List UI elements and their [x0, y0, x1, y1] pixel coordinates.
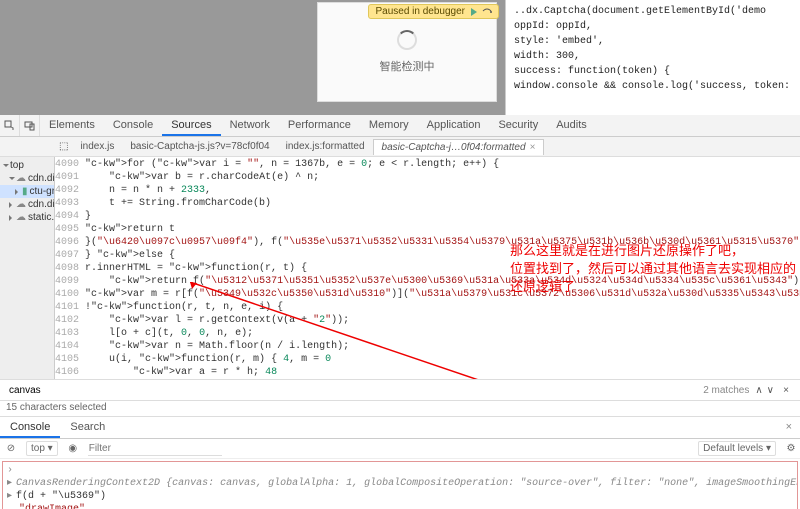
tab-audits[interactable]: Audits — [547, 115, 596, 136]
find-input[interactable] — [6, 383, 697, 398]
cloud-icon: ☁ — [16, 199, 26, 210]
sidebar-item[interactable]: ☁cdn.dingx — [0, 198, 54, 211]
tab-security[interactable]: Security — [489, 115, 547, 136]
inspect-element-icon[interactable] — [0, 115, 20, 136]
tab-elements[interactable]: Elements — [40, 115, 104, 136]
code-editor[interactable]: 4090409140924093409440954096409740984099… — [55, 157, 800, 379]
preview-left: 智能检测中 Paused in debugger — [0, 0, 505, 115]
close-find-icon[interactable]: × — [778, 385, 794, 396]
code-content[interactable]: 那么这里就是在进行图片还原操作了吧， 位置找到了，然后可以通过其他语言去实现相应… — [85, 157, 800, 379]
code-line: "c-kw">for ("c-kw">var i = "", n = 1367b… — [85, 158, 800, 171]
paused-label: Paused in debugger — [375, 6, 465, 17]
triangle-down-icon — [9, 177, 15, 183]
triangle-down-icon — [3, 164, 9, 170]
tab-sources[interactable]: Sources — [162, 115, 220, 136]
console-line: ▸f(d + "\u5369") — [7, 490, 793, 503]
sidebar-root[interactable]: top — [0, 159, 54, 172]
code-line: "c-kw">var l = r.getContext(v(a + "2")); — [85, 314, 800, 327]
log-level-selector[interactable]: Default levels ▾ — [698, 441, 776, 456]
toggle-device-icon[interactable] — [20, 115, 40, 136]
cloud-icon: ☁ — [16, 173, 26, 184]
folder-icon: ▮ — [22, 186, 28, 197]
triangle-right-icon — [9, 202, 15, 208]
sidebar-item[interactable]: ☁cdn.dingx — [0, 172, 54, 185]
triangle-right-icon — [15, 189, 21, 195]
find-result-count: 2 matches — [703, 385, 749, 396]
status-bar: 15 characters selected — [0, 401, 800, 417]
find-in-file-bar: 2 matches ∧ ∨ × — [0, 379, 800, 401]
spinner-icon — [397, 30, 417, 50]
code-line: "c-kw">var n = Math.floor(n / i.length); — [85, 340, 800, 353]
tab-console[interactable]: Console — [0, 417, 60, 438]
tab-network[interactable]: Network — [221, 115, 279, 136]
code-line: t += String.fromCharCode(b) — [85, 197, 800, 210]
tab-application[interactable]: Application — [418, 115, 490, 136]
file-tab[interactable]: basic-Captcha-j…0f04:formatted× — [373, 139, 545, 155]
console-controls: ⊘ top ▾ ◉ Default levels ▾ ⚙ — [0, 439, 800, 459]
code-line: u(i, "c-kw">function(r, m) { 4, m = 0 — [85, 353, 800, 366]
paused-in-debugger-banner[interactable]: Paused in debugger — [368, 4, 499, 19]
code-line: "c-kw">var b = r.charCodeAt(e) ^ n; — [85, 171, 800, 184]
find-next-icon[interactable]: ∨ — [767, 385, 774, 396]
sidebar-item[interactable]: ☁static.din — [0, 211, 54, 224]
clear-console-icon[interactable]: ⊘ — [2, 443, 20, 454]
source-file-tabs: ⬚index.jsbasic-Captcha-js.js?v=78cf0f04i… — [0, 137, 800, 157]
tab-performance[interactable]: Performance — [279, 115, 360, 136]
loading-text: 智能检测中 — [380, 58, 435, 74]
drawer-close-icon[interactable]: × — [778, 417, 800, 438]
navigator-toggle-icon[interactable]: ⬚ — [55, 139, 72, 154]
console-line: "drawImage" — [7, 503, 793, 509]
drawer-tabs: Console Search × — [0, 417, 800, 439]
code-line: "c-kw">var a = r * h; 48 — [85, 366, 800, 379]
code-line: l[o + c](t, 0, 0, n, e); — [85, 327, 800, 340]
sources-navigator[interactable]: top ☁cdn.dingx▮ctu-gro☁cdn.dingx☁static.… — [0, 157, 55, 379]
file-tab[interactable]: index.js — [72, 139, 122, 154]
sources-panel: top ☁cdn.dingx▮ctu-gro☁cdn.dingx☁static.… — [0, 157, 800, 379]
tab-memory[interactable]: Memory — [360, 115, 418, 136]
close-tab-icon[interactable]: × — [530, 142, 536, 153]
triangle-right-icon — [9, 215, 15, 221]
code-line: } — [85, 210, 800, 223]
context-selector[interactable]: top ▾ — [26, 441, 58, 456]
resume-icon[interactable] — [469, 7, 479, 17]
console-filter-input[interactable] — [88, 442, 222, 456]
file-tab[interactable]: basic-Captcha-js.js?v=78cf0f04 — [122, 139, 277, 154]
preview-code-snippet: ..dx.Captcha(document.getElementById('de… — [505, 0, 800, 115]
tab-search[interactable]: Search — [60, 417, 115, 438]
page-preview-region: 智能检测中 Paused in debugger ..dx.Captcha(do… — [0, 0, 800, 115]
console-output[interactable]: › ▸CanvasRenderingContext2D {canvas: can… — [2, 461, 798, 509]
cloud-icon: ☁ — [16, 212, 26, 223]
find-prev-icon[interactable]: ∧ — [755, 385, 762, 396]
code-line: "c-kw">return t — [85, 223, 800, 236]
annotation-text: 那么这里就是在进行图片还原操作了吧， 位置找到了，然后可以通过其他语言去实现相应… — [510, 242, 800, 296]
devtools-toolbar: ElementsConsoleSourcesNetworkPerformance… — [0, 115, 800, 137]
devtools-tab-strip: ElementsConsoleSourcesNetworkPerformance… — [40, 115, 800, 136]
console-line: ▸CanvasRenderingContext2D {canvas: canva… — [7, 477, 793, 490]
step-over-icon[interactable] — [482, 7, 492, 17]
code-line: !"c-kw">function(r, t, n, e, i) { — [85, 301, 800, 314]
line-gutter: 4090409140924093409440954096409740984099… — [55, 157, 85, 379]
console-settings-icon[interactable]: ⚙ — [782, 443, 800, 454]
eye-icon[interactable]: ◉ — [64, 443, 82, 454]
console-line: › — [7, 464, 793, 477]
file-tab[interactable]: index.js:formatted — [278, 139, 373, 154]
sidebar-item[interactable]: ▮ctu-gro — [0, 185, 54, 198]
code-line: n = n * n + 2333, — [85, 184, 800, 197]
tab-console[interactable]: Console — [104, 115, 162, 136]
